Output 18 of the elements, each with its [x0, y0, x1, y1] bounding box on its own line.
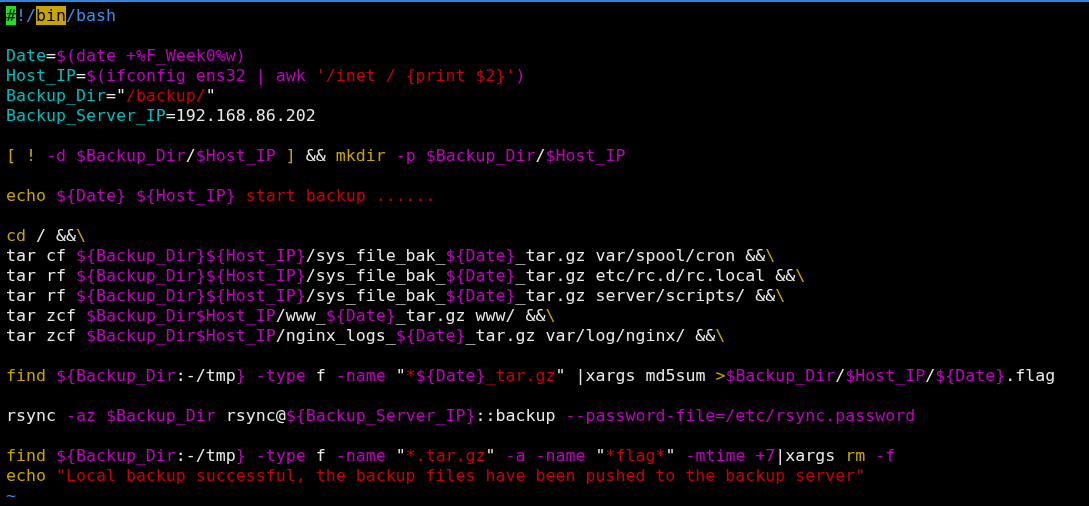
code-line: [ ! -d $Backup_Dir/$Host_IP ] && mkdir -p $Backup_Dir/$Host_IP [6, 146, 626, 166]
code-line: tar cf ${Backup_Dir}${Host_IP}/sys_file_bak_${Date}_tar.gz var/spool/cron &&\ [6, 246, 776, 266]
code-line: Backup_Dir="/backup/" [6, 86, 216, 106]
code-line: Backup_Server_IP=192.168.86.202 [6, 106, 316, 126]
code-line: find ${Backup_Dir:-/tmp} -type f -name "*.tar.gz" -a -name "*flag*" -mtime +7|xargs rm -f [6, 446, 896, 466]
end-of-buffer-marker: ~ [6, 486, 16, 506]
code-line: cd / &&\ [6, 226, 86, 246]
code-line: #!/bin/bash [6, 6, 116, 26]
code-line: tar zcf $Backup_Dir$Host_IP/www_${Date}_tar.gz www/ &&\ [6, 306, 556, 326]
code-line: echo ${Date} ${Host_IP} start backup ...... [6, 186, 436, 206]
code-line: rsync -az $Backup_Dir rsync@${Backup_Server_IP}::backup --password-file=/etc/rsync.password [6, 406, 916, 426]
code-line: tar rf ${Backup_Dir}${Host_IP}/sys_file_bak_${Date}_tar.gz server/scripts/ &&\ [6, 286, 786, 306]
code-line: Host_IP=$(ifconfig ens32 | awk '/inet / {print $2}') [6, 66, 526, 86]
code-line: tar rf ${Backup_Dir}${Host_IP}/sys_file_bak_${Date}_tar.gz etc/rc.d/rc.local &&\ [6, 266, 806, 286]
code-line: tar zcf $Backup_Dir$Host_IP/nginx_logs_${Date}_tar.gz var/log/nginx/ &&\ [6, 326, 726, 346]
code-line: Date=$(date +%F_Week0%w) [6, 46, 246, 66]
code-line: find ${Backup_Dir:-/tmp} -type f -name "*${Date}_tar.gz" |xargs md5sum >$Backup_Dir/$Host_IP/${Date}.flag [6, 366, 1056, 386]
code-line: echo "Local backup successful, the backup files have been pushed to the backup server" [6, 466, 866, 486]
